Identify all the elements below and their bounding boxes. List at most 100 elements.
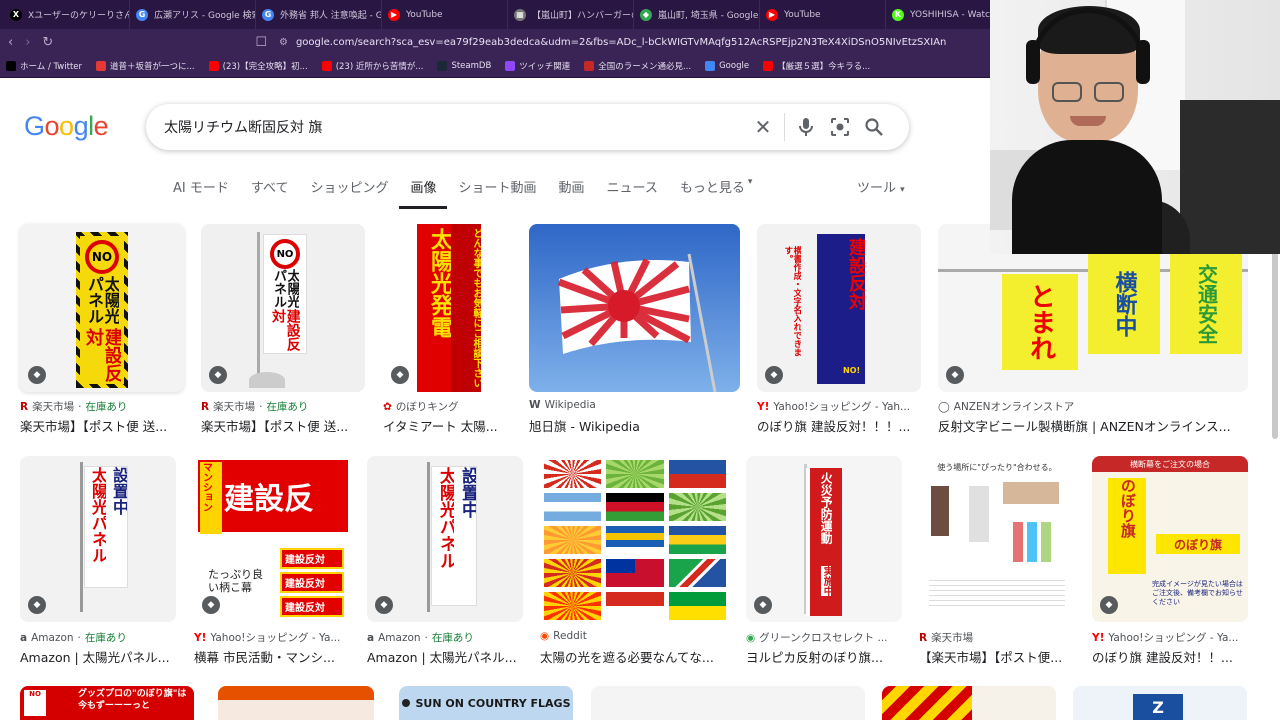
google-logo[interactable]: Google [24,111,109,142]
tab-2[interactable]: ショッピング [299,177,399,209]
result-card-14[interactable]: NO グッズプロの"のぼり旗"は今もずーーーっと [20,686,194,720]
bookmark-item[interactable]: 【厳選５選】今キラる... [763,60,870,72]
browser-tab[interactable]: ▶ YouTube [382,0,508,29]
result-title[interactable]: のぼり旗 建設反対！！！... [757,416,919,435]
search-box[interactable]: 太陽リチウム断固反対 旗 ✕ [146,104,909,150]
bookmark-item[interactable]: 道普＋坂普が一つに... [96,60,195,72]
tab-6[interactable]: ニュース [596,177,669,209]
browser-tab[interactable]: ▶ YouTube [760,0,886,29]
banner-subtext: 横書作成・文字名入れできます。 [783,246,801,357]
tab-label: すべて [250,181,289,196]
bookmark-favicon-icon [505,61,516,71]
result-card-19[interactable]: Z [1073,686,1247,720]
result-source: a Amazon · 在庫あり [367,631,474,645]
result-title[interactable]: 太陽の光を遮る必要なんてな... [540,647,728,666]
search-input[interactable]: 太陽リチウム断固反対 旗 [164,117,746,137]
banner-text: 設置中 [458,467,476,518]
result-title[interactable]: イタミアート 太陽... [383,416,509,435]
banner-text: 建設反対 [846,238,865,310]
result-source: ◯ ANZENオンラインストア [938,400,1075,414]
result-title[interactable]: Amazon | 太陽光パネル... [367,647,521,666]
search-icon[interactable] [857,110,891,144]
chevron-down-icon: ▾ [747,177,753,187]
banner-subtext: 実施中 [820,566,832,596]
result-title[interactable]: 楽天市場】【ポスト便 送... [20,416,180,435]
bookmark-label: ツイッチ関連 [519,62,571,72]
tab-0[interactable]: AI モード [162,177,240,209]
bookmark-icon[interactable]: ☐ [255,35,267,50]
lens-icon[interactable] [823,110,857,144]
tab-5[interactable]: 動画 [548,177,596,209]
bookmark-item[interactable]: (23) 近所から苦情が... [321,60,424,72]
bookmark-label: (23) 近所から苦情が... [335,62,424,72]
microphone-icon[interactable] [789,110,823,144]
browser-tab[interactable]: ◆ 嵐山町, 埼玉県 - Google マ [634,0,760,29]
result-title[interactable]: のぼり旗 建設反対！！... [1092,647,1246,666]
reload-icon[interactable]: ↻ [42,35,53,50]
result-image[interactable]: NO 太陽光パネル 建設反対 ◆ [201,224,365,392]
back-icon[interactable]: ‹ [8,35,13,50]
tab-label: 動画 [558,181,585,196]
product-tag-icon: ◆ [375,596,393,614]
bookmark-favicon-icon [6,61,16,71]
result-card-16[interactable]: SUN ON COUNTRY FLAGS [399,686,573,720]
tab-favicon-icon: ◆ [640,8,652,21]
tools-label: ツール [857,181,897,196]
result-source: R 楽天市場 · 在庫あり [20,400,128,414]
result-image[interactable] [540,456,730,622]
result-image[interactable]: 使う場所に"ぴったり"合わせる。 [919,456,1075,622]
banner-caption: たっぷり良い柄こ幕 [208,568,263,595]
result-card-17[interactable] [591,686,865,720]
result-source: ◉ グリーンクロスセレクト ... [746,631,888,645]
tab-3[interactable]: 画像 [399,177,448,209]
result-image[interactable]: マンション 建設反 建設反対 建設反対 建設反対 たっぷり良い柄こ幕 ◆ [194,456,350,622]
browser-tab[interactable]: G 広瀬アリス - Google 検索 [130,0,256,29]
tab-label: 外務省 邦人 注意喚起 - G [280,11,382,21]
result-image[interactable]: 太陽光発電 どんな事でもお気軽にご相談下さい ◆ [383,224,511,392]
bookmark-item[interactable]: (23)【完全攻略】初... [208,60,308,72]
tab-favicon-icon: K [892,8,904,21]
result-title[interactable]: 楽天市場】【ポスト便 送... [201,416,361,435]
result-title[interactable]: 旭日旗 - Wikipedia [529,416,738,435]
forward-icon[interactable]: › [25,35,30,50]
result-card-15[interactable] [218,686,374,720]
bookmark-item[interactable]: SteamDB [437,61,491,71]
tab-1[interactable]: すべて [240,177,300,209]
bookmark-item[interactable]: 全国のラーメン通必見... [584,60,691,72]
tab-4[interactable]: ショート動画 [447,177,547,209]
result-image[interactable]: 太陽光パネル 設置中 ◆ [20,456,176,622]
product-tag-icon: ◆ [28,596,46,614]
bookmark-item[interactable]: Google [705,61,749,71]
site-info-icon[interactable]: ⚙ [279,37,288,48]
banner-text: 設置中 [110,467,127,515]
bookmark-label: 全国のラーメン通必見... [598,62,692,72]
result-title[interactable]: 反射文字ビニール製横断旗 | ANZENオンラインス... [938,416,1238,435]
bookmark-favicon-icon [321,61,332,71]
bookmark-item[interactable]: ホーム / Twitter [6,60,82,72]
banner-text: 太陽光パネル [436,467,454,569]
result-source: W Wikipedia [529,399,596,411]
clear-icon[interactable]: ✕ [746,110,780,144]
result-image[interactable]: 建設反対 横書作成・文字名入れできます。 NO! ◆ [757,224,921,392]
page-scrollbar[interactable] [1272,239,1278,439]
bookmark-item[interactable]: ツイッチ関連 [505,60,570,72]
result-title[interactable]: Amazon | 太陽光パネル... [20,647,174,666]
browser-tab[interactable]: X Xユーザーのケリーりさん「重 iri [4,0,130,29]
result-image[interactable] [529,224,740,392]
result-title[interactable]: ヨルピカ反射のぼり旗... [746,647,900,666]
result-image[interactable]: 横断幕をご注文の場合 のぼり旗 のぼり旗 完成イメージが見たい場合は ご注文後、… [1092,456,1248,622]
tab-label: AI モード [173,181,229,196]
result-image[interactable]: 太陽光パネル 設置中 ◆ [367,456,523,622]
result-title[interactable]: 横幕 市民活動・マンシ... [194,647,348,666]
tab-7[interactable]: もっと見る ▾ [669,177,764,209]
tools-button[interactable]: ツール ▾ [857,177,905,196]
result-title[interactable]: 【楽天市場】【ポスト便... [919,647,1073,666]
banner-item: 建設反対 [280,596,344,617]
result-image[interactable]: NO 太陽光パネル 建設反対 ◆ [20,224,184,392]
browser-tab[interactable]: ▦ 【嵐山町】ハンバーガーの自販 [508,0,634,29]
browser-tab[interactable]: G 外務省 邦人 注意喚起 - G [256,0,382,29]
result-card-18[interactable] [882,686,1056,720]
bookmark-label: (23)【完全攻略】初... [222,62,308,72]
result-image[interactable]: 火災予防運動 実施中 ◆ [746,456,902,622]
result-source: ◉ Reddit [540,630,587,642]
